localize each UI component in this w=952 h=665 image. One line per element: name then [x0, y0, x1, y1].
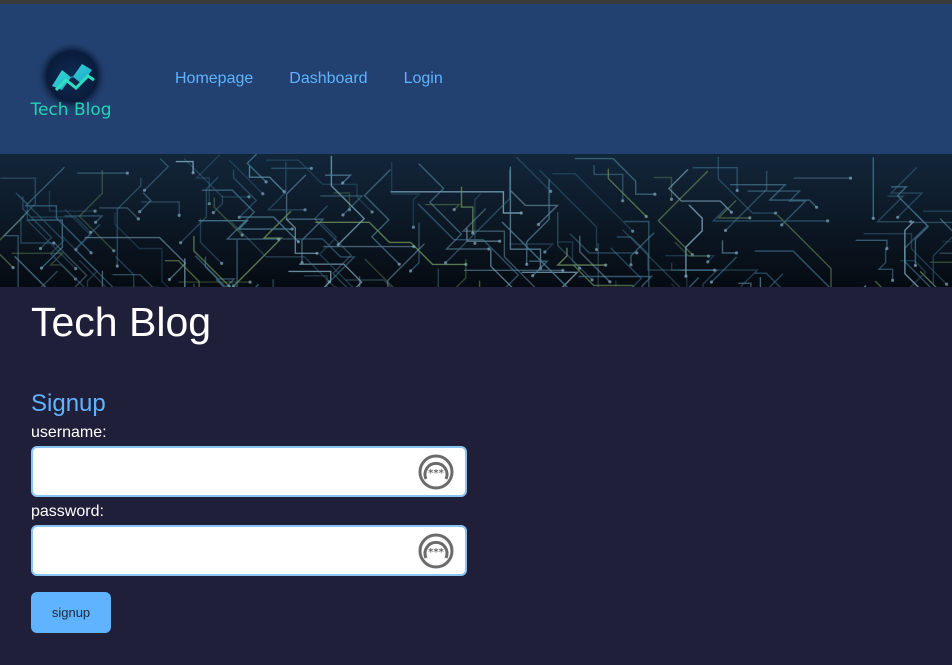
page-title: Tech Blog [31, 299, 212, 345]
signup-heading: Signup [31, 390, 106, 417]
password-input[interactable] [31, 525, 467, 576]
logo[interactable]: Tech Blog [29, 40, 114, 124]
password-field-wrap: *** [31, 525, 467, 576]
svg-text:***: *** [428, 547, 444, 558]
hero-banner-image [0, 154, 952, 287]
logo-icon: Tech Blog [29, 44, 112, 120]
signup-button[interactable]: signup [31, 592, 111, 633]
circuit-board-image [0, 154, 952, 287]
password-manager-icon[interactable]: *** [417, 532, 455, 570]
svg-text:***: *** [428, 468, 444, 479]
navbar: Tech Blog Homepage Dashboard Login [0, 4, 952, 154]
username-input[interactable] [31, 446, 467, 497]
nav-link-dashboard[interactable]: Dashboard [289, 70, 367, 88]
username-label: username: [31, 424, 107, 441]
signup-form: Signup username: *** password: *** signu… [31, 390, 952, 633]
username-field-wrap: *** [31, 446, 467, 497]
nav-links: Homepage Dashboard Login [175, 70, 443, 88]
logo-text: Tech Blog [30, 100, 112, 120]
password-manager-icon[interactable]: *** [417, 453, 455, 491]
nav-link-homepage[interactable]: Homepage [175, 70, 253, 88]
nav-link-login[interactable]: Login [404, 70, 443, 88]
main-content: Tech Blog Signup username: *** password:… [0, 287, 952, 633]
password-label: password: [31, 503, 104, 520]
